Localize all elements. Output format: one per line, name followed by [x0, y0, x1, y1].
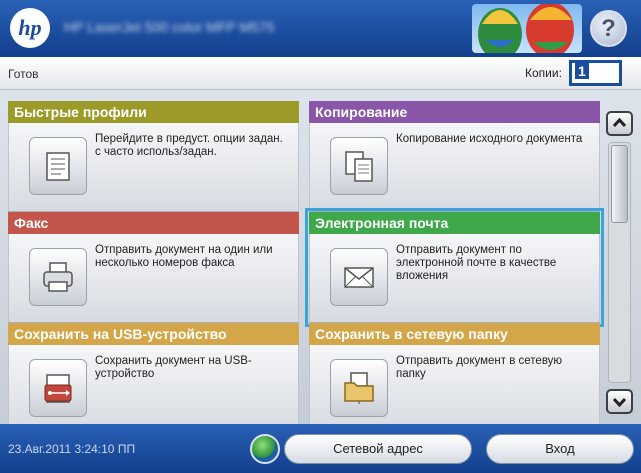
tile-quick-sets[interactable]: Быстрые профили Перейдите в предуст. опц… — [8, 101, 299, 212]
tile-description: Сохранить документ на USB-устройство — [95, 355, 252, 380]
tile-title: Сохранить на USB-устройство — [8, 323, 299, 345]
copies-value: 1 — [575, 63, 589, 79]
network-folder-icon — [330, 359, 388, 417]
globe-icon[interactable] — [250, 434, 280, 464]
balloon-image — [472, 4, 582, 53]
scroll-down-button[interactable] — [606, 389, 633, 414]
bottom-bar: 23.Авг.2011 3:24:10 ПП Сетевой адрес Вхо… — [0, 424, 641, 473]
tile-description: Перейдите в предуст. опции задан. с част… — [95, 133, 283, 158]
copies-label: Копии: — [525, 66, 562, 80]
tile-save-network-folder[interactable]: Сохранить в сетевую папку Отправить доку… — [309, 323, 600, 434]
sign-in-button[interactable]: Вход — [486, 434, 634, 464]
tile-email[interactable]: Электронная почта Отправить документ по … — [305, 208, 604, 327]
scrollbar-thumb[interactable] — [611, 145, 628, 223]
network-address-button[interactable]: Сетевой адрес — [284, 434, 472, 464]
scrollbar-track[interactable] — [608, 142, 631, 383]
fax-icon — [29, 248, 87, 306]
top-bar: hp HP LaserJet 500 color MFP M575 ? — [0, 0, 641, 57]
tile-title: Электронная почта — [309, 212, 600, 234]
copies-input[interactable]: 1 — [569, 60, 622, 86]
scroll-up-button[interactable] — [606, 111, 633, 136]
tile-description: Отправить документ в сетевую папку — [396, 355, 563, 380]
tile-title: Факс — [8, 212, 299, 234]
usb-icon — [29, 359, 87, 417]
device-status: Готов — [8, 67, 39, 81]
quick-sets-icon — [29, 137, 87, 195]
copy-icon — [330, 137, 388, 195]
tile-title: Копирование — [309, 101, 600, 123]
tile-save-usb[interactable]: Сохранить на USB-устройство Сохранить до… — [8, 323, 299, 434]
printer-name: HP LaserJet 500 color MFP M575 — [64, 19, 275, 35]
tile-title: Сохранить в сетевую папку — [309, 323, 600, 345]
hp-logo: hp — [10, 8, 50, 48]
status-bar: Готов Копии: 1 — [0, 57, 641, 90]
tile-fax[interactable]: Факс Отправить документ на один или неск… — [8, 212, 299, 323]
tile-copy[interactable]: Копирование Копирование исходного докуме… — [309, 101, 600, 212]
tile-description: Копирование исходного документа — [396, 133, 583, 145]
datetime: 23.Авг.2011 3:24:10 ПП — [8, 442, 136, 456]
tile-description: Отправить документ по электронной почте … — [396, 244, 557, 282]
help-button[interactable]: ? — [590, 10, 627, 47]
chevron-up-icon — [612, 117, 627, 128]
tile-title: Быстрые профили — [8, 101, 299, 123]
chevron-down-icon — [612, 397, 627, 408]
tile-description: Отправить документ на один или несколько… — [95, 244, 273, 269]
email-icon — [330, 248, 388, 306]
